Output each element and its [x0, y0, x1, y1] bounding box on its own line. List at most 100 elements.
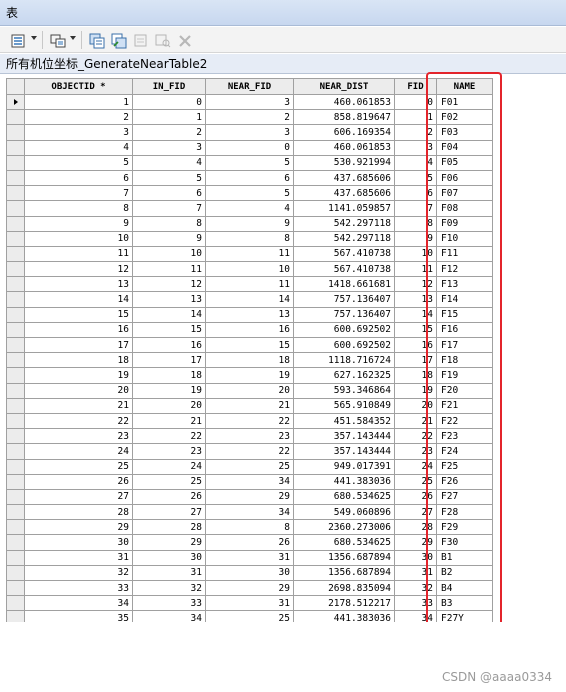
cell-fid[interactable]: 11 [394, 261, 437, 278]
cell-name[interactable]: F10 [436, 230, 493, 247]
cell-objectid[interactable]: 33 [24, 579, 133, 597]
cell-name[interactable]: F08 [436, 200, 493, 217]
table-row[interactable]: 16 15 16 600.692502 15 F16 [6, 321, 493, 339]
cell-fid[interactable]: 5 [394, 169, 437, 187]
cell-near-fid[interactable]: 3 [205, 93, 294, 111]
cell-near-dist[interactable]: 600.692502 [293, 336, 395, 354]
cell-name[interactable]: F01 [436, 93, 493, 111]
cell-near-fid[interactable]: 4 [205, 200, 294, 217]
cell-name[interactable]: F28 [436, 504, 493, 521]
cell-fid[interactable]: 15 [394, 321, 437, 339]
cell-fid[interactable]: 19 [394, 382, 437, 399]
cell-in-fid[interactable]: 31 [132, 564, 206, 582]
table-row[interactable]: 8 7 4 1141.059857 7 F08 [6, 200, 493, 217]
cell-near-fid[interactable]: 16 [205, 321, 294, 339]
row-selector[interactable] [6, 124, 25, 141]
table-row[interactable]: 19 18 19 627.162325 18 F19 [6, 367, 493, 384]
cell-objectid[interactable]: 21 [24, 397, 133, 414]
cell-in-fid[interactable]: 28 [132, 519, 206, 536]
cell-objectid[interactable]: 13 [24, 276, 133, 293]
row-selector[interactable] [6, 458, 25, 475]
cell-name[interactable]: F04 [436, 139, 493, 156]
related-tables-icon[interactable] [48, 31, 66, 49]
cell-objectid[interactable]: 8 [24, 200, 133, 217]
cell-in-fid[interactable]: 14 [132, 306, 206, 323]
table-row[interactable]: 29 28 8 2360.273006 28 F29 [6, 519, 493, 536]
cell-near-fid[interactable]: 14 [205, 291, 294, 308]
cell-objectid[interactable]: 31 [24, 549, 133, 566]
cell-name[interactable]: F27 [436, 488, 493, 506]
table-row[interactable]: 23 22 23 357.143444 22 F23 [6, 428, 493, 445]
cell-fid[interactable]: 7 [394, 200, 437, 217]
column-header-in-fid[interactable]: IN_FID [132, 78, 206, 95]
table-row[interactable]: 9 8 9 542.297118 8 F09 [6, 215, 493, 232]
cell-in-fid[interactable]: 1 [132, 109, 206, 126]
cell-fid[interactable]: 2 [394, 124, 437, 141]
cell-near-dist[interactable]: 567.410738 [293, 245, 395, 263]
cell-fid[interactable]: 28 [394, 519, 437, 536]
cell-objectid[interactable]: 14 [24, 291, 133, 308]
cell-near-fid[interactable]: 11 [205, 245, 294, 263]
cell-near-dist[interactable]: 549.060896 [293, 504, 395, 521]
cell-objectid[interactable]: 24 [24, 443, 133, 460]
cell-name[interactable]: F06 [436, 169, 493, 187]
column-header-objectid[interactable]: OBJECTID * [24, 78, 133, 95]
cell-name[interactable]: F02 [436, 109, 493, 126]
cell-name[interactable]: F17 [436, 336, 493, 354]
cell-in-fid[interactable]: 10 [132, 245, 206, 263]
cell-fid[interactable]: 6 [394, 185, 437, 202]
cell-fid[interactable]: 16 [394, 336, 437, 354]
row-selector[interactable] [6, 488, 25, 506]
cell-near-dist[interactable]: 2178.512217 [293, 595, 395, 612]
cell-objectid[interactable]: 27 [24, 488, 133, 506]
cell-near-dist[interactable]: 858.819647 [293, 109, 395, 126]
cell-fid[interactable]: 29 [394, 534, 437, 551]
cell-objectid[interactable]: 26 [24, 473, 133, 490]
cell-name[interactable]: B3 [436, 595, 493, 612]
cell-near-dist[interactable]: 1118.716724 [293, 352, 395, 369]
cell-near-dist[interactable]: 460.061853 [293, 139, 395, 156]
table-row[interactable]: 27 26 29 680.534625 26 F27 [6, 488, 493, 506]
column-header-fid[interactable]: FID [394, 78, 437, 95]
cell-near-fid[interactable]: 5 [205, 185, 294, 202]
table-row[interactable]: 24 23 22 357.143444 23 F24 [6, 443, 493, 460]
table-row[interactable]: 20 19 20 593.346864 19 F20 [6, 382, 493, 399]
cell-objectid[interactable]: 2 [24, 109, 133, 126]
cell-near-fid[interactable]: 13 [205, 306, 294, 323]
cell-in-fid[interactable]: 8 [132, 215, 206, 232]
table-row[interactable]: 11 10 11 567.410738 10 F11 [6, 245, 493, 263]
cell-fid[interactable]: 9 [394, 230, 437, 247]
cell-near-dist[interactable]: 949.017391 [293, 458, 395, 475]
table-tab[interactable]: 所有机位坐标_GenerateNearTable2 [0, 54, 566, 74]
row-selector[interactable] [6, 306, 25, 323]
cell-objectid[interactable]: 30 [24, 534, 133, 551]
row-selector[interactable] [6, 321, 25, 339]
cell-objectid[interactable]: 5 [24, 154, 133, 171]
column-header-near-dist[interactable]: NEAR_DIST [293, 78, 395, 95]
cell-name[interactable]: F21 [436, 397, 493, 414]
cell-near-dist[interactable]: 357.143444 [293, 428, 395, 445]
cell-fid[interactable]: 17 [394, 352, 437, 369]
cell-name[interactable]: B2 [436, 564, 493, 582]
cell-fid[interactable]: 26 [394, 488, 437, 506]
cell-objectid[interactable]: 11 [24, 245, 133, 263]
cell-in-fid[interactable]: 15 [132, 321, 206, 339]
cell-fid[interactable]: 18 [394, 367, 437, 384]
cell-in-fid[interactable]: 17 [132, 352, 206, 369]
cell-name[interactable]: F03 [436, 124, 493, 141]
cell-objectid[interactable]: 22 [24, 412, 133, 430]
table-options-icon[interactable] [8, 31, 26, 49]
cell-fid[interactable]: 10 [394, 245, 437, 263]
chevron-down-icon[interactable] [31, 36, 37, 40]
cell-near-fid[interactable]: 5 [205, 154, 294, 171]
cell-name[interactable]: F23 [436, 428, 493, 445]
table-row[interactable]: 32 31 30 1356.687894 31 B2 [6, 564, 493, 582]
cell-objectid[interactable]: 19 [24, 367, 133, 384]
cell-near-fid[interactable]: 22 [205, 443, 294, 460]
cell-near-dist[interactable]: 567.410738 [293, 261, 395, 278]
cell-in-fid[interactable]: 4 [132, 154, 206, 171]
cell-objectid[interactable]: 29 [24, 519, 133, 536]
cell-name[interactable]: F13 [436, 276, 493, 293]
cell-near-fid[interactable]: 21 [205, 397, 294, 414]
cell-near-fid[interactable]: 8 [205, 519, 294, 536]
